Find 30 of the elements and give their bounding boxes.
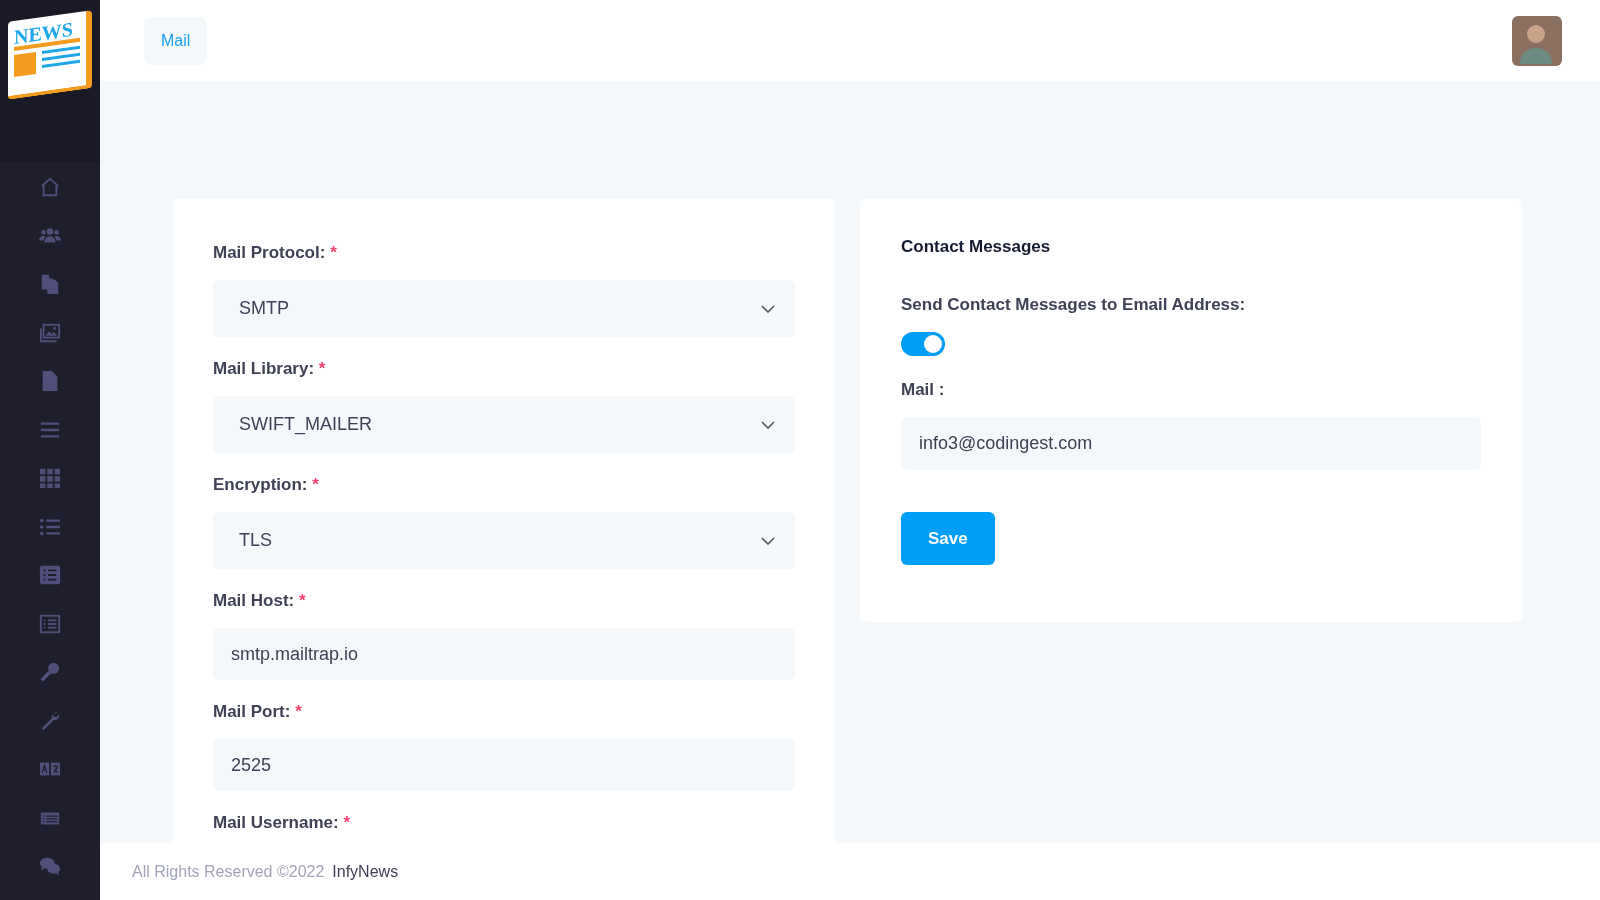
field-label: Mail : bbox=[901, 380, 946, 400]
chevron-down-icon bbox=[761, 304, 775, 313]
field-label: Mail Protocol: * bbox=[213, 243, 338, 263]
list-outline-icon[interactable] bbox=[39, 612, 61, 635]
home-icon[interactable] bbox=[39, 176, 61, 198]
field-label: Mail Port: * bbox=[213, 702, 303, 722]
list-box-icon[interactable] bbox=[39, 564, 61, 586]
text-field[interactable]: smtp.mailtrap.io bbox=[213, 628, 795, 680]
copy-icon[interactable] bbox=[39, 273, 61, 295]
chevron-down-icon bbox=[761, 420, 775, 429]
text-field[interactable]: 2525 bbox=[213, 739, 795, 791]
images-icon[interactable] bbox=[39, 321, 61, 344]
copyright-text: All Rights Reserved ©2022 bbox=[132, 862, 325, 881]
dropdown-field[interactable]: SWIFT_MAILER bbox=[213, 396, 795, 453]
avatar-photo-placeholder[interactable] bbox=[1512, 15, 1562, 66]
email-field[interactable]: info3@codingest.com bbox=[901, 417, 1481, 470]
toggle-label: Send Contact Messages to Email Address: bbox=[901, 295, 1247, 315]
field-label: Encryption: * bbox=[213, 475, 320, 495]
field-label: Mail Username: * bbox=[213, 813, 351, 833]
dropdown-field[interactable]: TLS bbox=[213, 512, 795, 569]
key-icon[interactable] bbox=[39, 661, 61, 683]
chevron-down-icon bbox=[761, 536, 775, 545]
grid-icon[interactable] bbox=[39, 467, 61, 489]
toggle-switch[interactable] bbox=[901, 332, 945, 356]
comments-icon[interactable] bbox=[39, 855, 61, 877]
card-title: Contact Messages bbox=[901, 237, 1052, 257]
field-label: Mail Library: * bbox=[213, 359, 327, 379]
dropdown-field[interactable]: SMTP bbox=[213, 280, 795, 337]
field-label: Mail Host: * bbox=[213, 591, 307, 611]
footer-link[interactable]: InfyNews bbox=[332, 862, 399, 881]
